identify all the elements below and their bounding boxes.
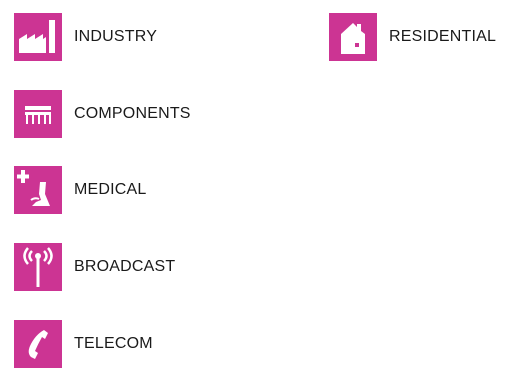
residential-tile xyxy=(329,13,377,61)
category-label: BROADCAST xyxy=(74,258,176,275)
category-label: RESIDENTIAL xyxy=(389,28,497,45)
telecom-tile xyxy=(14,320,62,368)
category-label: COMPONENTS xyxy=(74,105,191,122)
factory-icon xyxy=(19,20,55,53)
category-components[interactable]: COMPONENTS xyxy=(14,90,191,138)
medical-microscope-icon xyxy=(17,170,50,206)
circuit-component-icon xyxy=(25,106,51,124)
category-telecom[interactable]: TELECOM xyxy=(14,320,153,368)
category-label: MEDICAL xyxy=(74,181,147,198)
industry-tile xyxy=(14,13,62,61)
category-residential[interactable]: RESIDENTIAL xyxy=(329,13,496,61)
telephone-handset-icon xyxy=(28,330,48,359)
broadcast-antenna-icon xyxy=(23,247,53,287)
medical-tile xyxy=(14,166,62,214)
category-label: INDUSTRY xyxy=(74,28,158,45)
category-label: TELECOM xyxy=(74,335,153,352)
category-broadcast[interactable]: BROADCAST xyxy=(14,243,175,291)
house-icon xyxy=(341,23,365,54)
components-tile xyxy=(14,90,62,138)
broadcast-tile xyxy=(14,243,62,291)
category-medical[interactable]: MEDICAL xyxy=(14,166,147,214)
category-industry[interactable]: INDUSTRY xyxy=(14,13,157,61)
